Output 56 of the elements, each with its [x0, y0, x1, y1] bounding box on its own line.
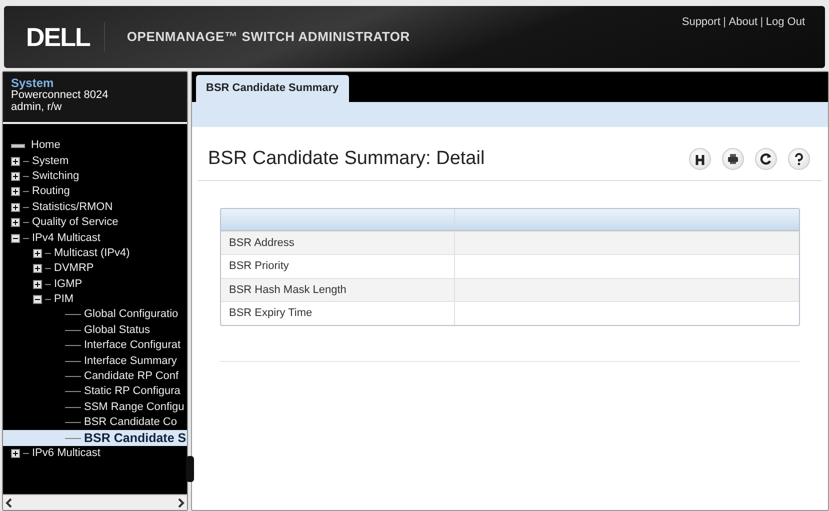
tree-item[interactable]: Switching: [3, 168, 187, 184]
page-title: BSR Candidate Summary: Detail: [208, 147, 485, 171]
expand-icon[interactable]: [11, 449, 20, 458]
row-label: BSR Address: [221, 232, 455, 254]
device-model: Powerconnect 8024: [11, 89, 110, 101]
tree-item[interactable]: Global Status: [3, 322, 187, 338]
tree-item[interactable]: BSR Candidate Co: [3, 415, 187, 430]
print-icon[interactable]: [722, 148, 744, 170]
header-link[interactable]: Log Out: [766, 16, 805, 28]
tree-item[interactable]: Statistics/RMON: [3, 200, 187, 215]
tree-item[interactable]: IPv6 Multicast: [3, 446, 187, 462]
home-icon: [11, 144, 25, 148]
expand-icon[interactable]: [11, 202, 20, 212]
scroll-right-icon[interactable]: [177, 498, 185, 508]
tree-item[interactable]: Global Configuratio: [3, 307, 187, 323]
user-info: admin, r/w: [11, 101, 63, 113]
tree-item[interactable]: PIM: [3, 292, 187, 308]
splitter-handle[interactable]: [186, 456, 194, 482]
tree-item[interactable]: Routing: [3, 184, 187, 200]
expand-icon[interactable]: [11, 187, 20, 196]
refresh-icon[interactable]: [755, 148, 777, 170]
tree-item[interactable]: Home: [3, 138, 187, 154]
expand-icon[interactable]: [33, 264, 42, 274]
help-icon[interactable]: [788, 148, 810, 170]
tree-item[interactable]: Quality of Service: [3, 214, 187, 230]
row-label: BSR Hash Mask Length: [221, 278, 455, 301]
link-separator: |: [760, 16, 764, 28]
save-icon[interactable]: [689, 148, 711, 170]
header-link[interactable]: About: [728, 16, 758, 28]
tree-item[interactable]: Multicast (IPv4): [3, 246, 187, 262]
expand-icon[interactable]: [11, 156, 20, 166]
link-separator: |: [723, 16, 726, 28]
product-title: OPENMANAGE™ SWITCH ADMINISTRATOR: [126, 28, 410, 46]
scroll-left-icon[interactable]: [5, 498, 13, 508]
expand-icon[interactable]: [33, 248, 42, 258]
tree-item[interactable]: Candidate RP Conf: [3, 368, 187, 384]
row-label: BSR Expiry Time: [221, 302, 455, 324]
tree-item[interactable]: Interface Configurat: [3, 338, 187, 354]
system-title: System: [11, 77, 55, 89]
expand-icon[interactable]: [11, 218, 20, 228]
tree-item[interactable]: IGMP: [3, 276, 187, 292]
dell-logo: DELL: [4, 22, 105, 52]
tree-item[interactable]: Interface Summary: [3, 353, 187, 369]
tree-item[interactable]: DVMRP: [3, 261, 187, 277]
tree-item[interactable]: BSR Candidate S: [3, 430, 187, 446]
tree-item[interactable]: System: [3, 153, 187, 169]
header-link[interactable]: Support: [682, 16, 720, 28]
tree-item[interactable]: Static RP Configura: [3, 384, 187, 400]
expand-icon[interactable]: [33, 280, 42, 289]
tree-item[interactable]: SSM Range Configu: [3, 400, 187, 416]
tab[interactable]: BSR Candidate Summary: [196, 75, 349, 102]
expand-icon[interactable]: [11, 172, 20, 181]
tree-item[interactable]: IPv4 Multicast: [3, 230, 187, 246]
collapse-icon[interactable]: [11, 234, 20, 243]
collapse-icon[interactable]: [33, 295, 42, 304]
horizontal-scrollbar[interactable]: [3, 494, 187, 510]
